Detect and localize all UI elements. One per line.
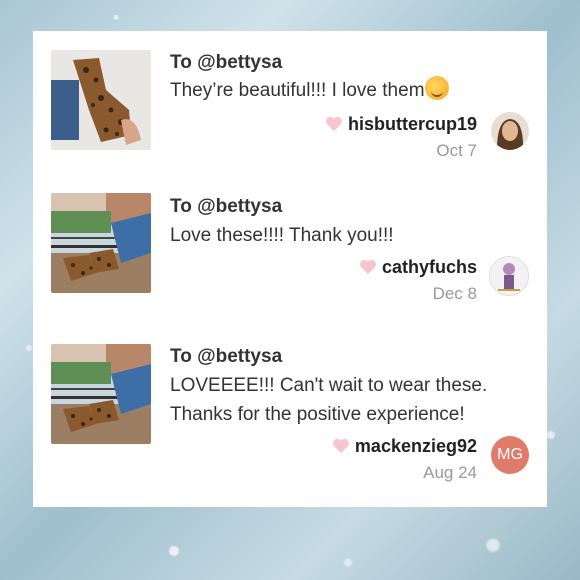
- avatar[interactable]: [489, 256, 529, 296]
- reviews-card: To @bettysa They’re beautiful!!! I love …: [33, 31, 547, 507]
- recipient-label: To @bettysa: [170, 346, 283, 367]
- review-photo[interactable]: [51, 193, 151, 293]
- username-link[interactable]: cathyfuchs: [382, 257, 477, 277]
- review-date: Dec 8: [432, 284, 477, 303]
- review-date: Oct 7: [436, 141, 477, 160]
- avatar[interactable]: MG: [491, 436, 529, 474]
- heart-icon: [332, 438, 349, 454]
- review-message-line: LOVEEEE!!! Can't wait to wear these.: [170, 375, 488, 396]
- review-signature: cathyfuchs Dec 8: [359, 257, 477, 304]
- review-message: LOVEEEE!!! Can't wait to wear these. Tha…: [170, 371, 540, 429]
- review-message: They’re beautiful!!! I love them: [170, 76, 540, 105]
- review-signature: hisbuttercup19 Oct 7: [325, 114, 477, 161]
- review-photo[interactable]: [51, 344, 151, 444]
- review-message-line: Thanks for the positive experience!: [170, 404, 465, 425]
- username-link[interactable]: mackenzieg92: [355, 436, 477, 456]
- review-message: Love these!!!! Thank you!!!: [170, 225, 394, 246]
- recipient-label: To @bettysa: [170, 52, 283, 73]
- review-signature: mackenzieg92 Aug 24: [332, 436, 477, 483]
- smiling-face-with-hearts-icon: [424, 76, 449, 100]
- heart-icon: [359, 259, 376, 275]
- avatar[interactable]: [491, 112, 529, 150]
- review-date: Aug 24: [423, 463, 477, 482]
- review-photo[interactable]: [51, 50, 151, 150]
- username-link[interactable]: hisbuttercup19: [348, 114, 477, 134]
- recipient-label: To @bettysa: [170, 196, 283, 217]
- heart-icon: [325, 116, 342, 132]
- review-message-text: They’re beautiful!!! I love them: [170, 80, 425, 101]
